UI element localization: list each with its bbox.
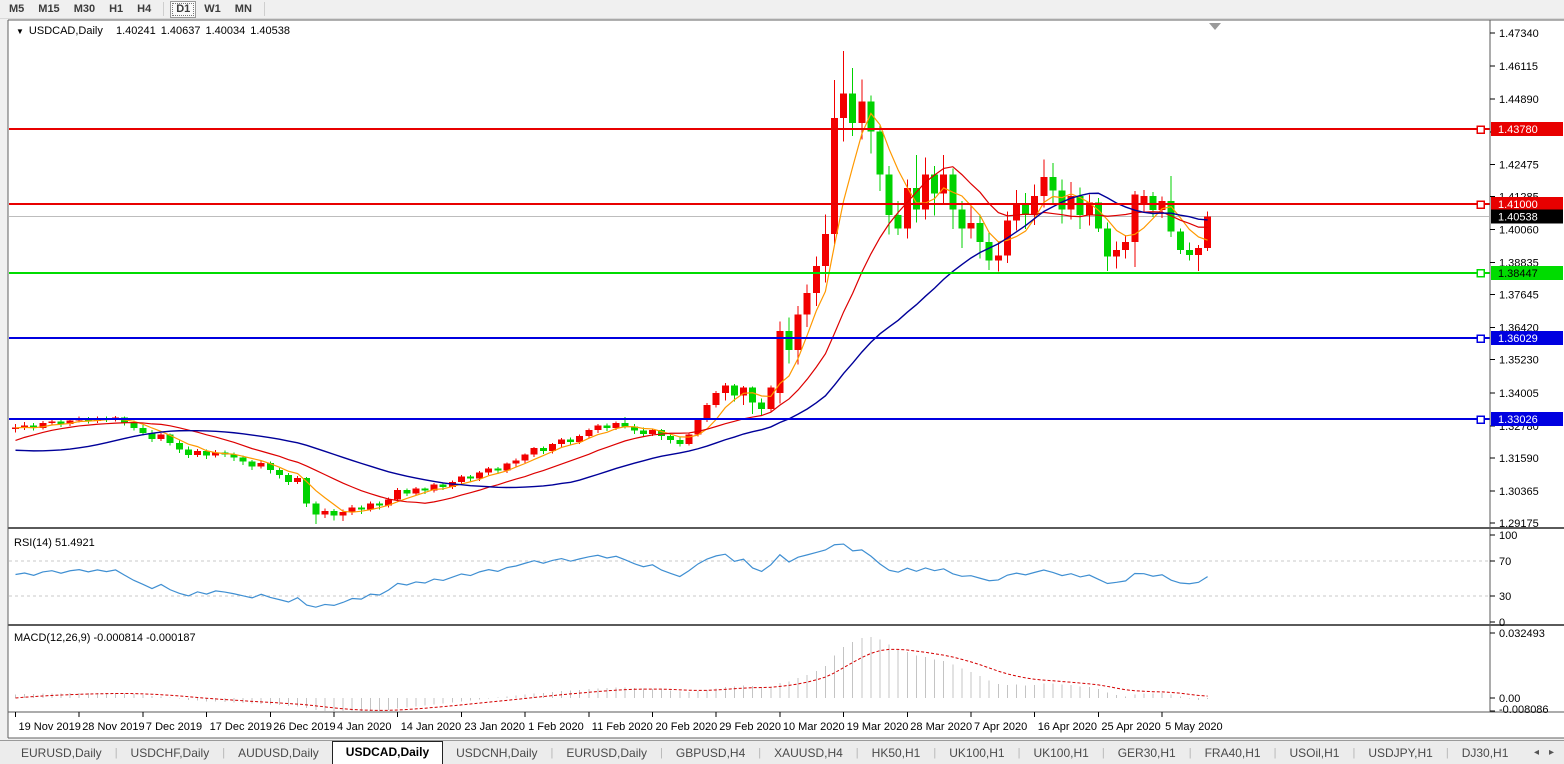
time-axis-label: 1 Feb 2020 [528, 721, 584, 733]
timeframe-button-h1[interactable]: H1 [103, 1, 129, 18]
chart-tab-uk100-h1[interactable]: UK100,H1 [936, 743, 1017, 764]
time-axis-label: 14 Jan 2020 [401, 721, 462, 733]
time-axis-label: 19 Nov 2019 [19, 721, 81, 733]
timeframe-toolbar: M5M15M30H1H4 D1W1MN [0, 0, 1564, 19]
price-badge-1.43780: 1.43780 [1491, 122, 1563, 136]
time-axis-label: 29 Feb 2020 [719, 721, 781, 733]
time-axis-label: 26 Dec 2019 [273, 721, 335, 733]
time-axis-label: 4 Jan 2020 [337, 721, 391, 733]
toolbar-separator [264, 2, 265, 16]
time-axis-label: 25 Apr 2020 [1101, 721, 1160, 733]
chart-tab-audusd-daily[interactable]: AUDUSD,Daily [225, 743, 332, 764]
macd-axis-tick: -0.008086 [1499, 704, 1549, 716]
time-axis-label: 19 Mar 2020 [847, 721, 909, 733]
time-axis-label: 5 May 2020 [1165, 721, 1222, 733]
svg-text:1.47340: 1.47340 [1499, 28, 1539, 40]
chart-tab-xauusd-h4[interactable]: XAUUSD,H4 [761, 743, 856, 764]
chart-tab-eurusd-daily[interactable]: EURUSD,Daily [553, 743, 660, 764]
svg-text:1.41000: 1.41000 [1498, 199, 1538, 211]
timeframe-button-m5[interactable]: M5 [3, 1, 30, 18]
svg-text:1.38447: 1.38447 [1498, 268, 1538, 280]
price-badge-1.38447: 1.38447 [1491, 266, 1563, 280]
svg-text:1.31590: 1.31590 [1499, 453, 1539, 465]
macd-indicator-label: MACD(12,26,9) -0.000814 -0.000187 [14, 632, 196, 644]
hline-handle[interactable] [1477, 335, 1484, 342]
timeframe-button-mn[interactable]: MN [229, 1, 258, 18]
time-axis-label: 7 Apr 2020 [974, 721, 1027, 733]
svg-text:1.36029: 1.36029 [1498, 333, 1538, 345]
time-axis-label: 7 Dec 2019 [146, 721, 202, 733]
chart-tab-usdjpy-h1[interactable]: USDJPY,H1 [1355, 743, 1445, 764]
rsi-indicator-label: RSI(14) 51.4921 [14, 537, 95, 549]
svg-text:1.34005: 1.34005 [1499, 388, 1539, 400]
svg-text:1.30365: 1.30365 [1499, 486, 1539, 498]
timeframe-button-h4[interactable]: H4 [131, 1, 157, 18]
chart-tab-usdchf-daily[interactable]: USDCHF,Daily [118, 743, 223, 764]
hline-handle[interactable] [1477, 126, 1484, 133]
time-axis-label: 17 Dec 2019 [210, 721, 272, 733]
time-axis-label: 23 Jan 2020 [464, 721, 525, 733]
chart-tab-uk100-h1[interactable]: UK100,H1 [1020, 743, 1101, 764]
chart-tab-usoil-h1[interactable]: USOil,H1 [1276, 743, 1352, 764]
macd-axis-tick: 0.032493 [1499, 628, 1545, 640]
tabs-scroll-left-button[interactable]: ◂ [1534, 747, 1539, 758]
svg-text:1.40538: 1.40538 [1498, 212, 1538, 224]
chart-tab-usdcad-daily[interactable]: USDCAD,Daily [332, 741, 443, 764]
svg-text:1.35230: 1.35230 [1499, 355, 1539, 367]
price-badge-1.41000: 1.41000 [1491, 197, 1563, 211]
chevron-down-icon[interactable]: ▼ [16, 27, 24, 36]
ohlc-low: 1.40034 [205, 25, 245, 37]
timeframe-button-w1[interactable]: W1 [198, 1, 227, 18]
chart-tab-fra40-h1[interactable]: FRA40,H1 [1192, 743, 1274, 764]
chart-window: 1.473401.461151.448901.436651.424751.412… [0, 19, 1564, 740]
toolbar-separator [163, 2, 164, 16]
svg-text:1.43780: 1.43780 [1498, 124, 1538, 136]
svg-text:1.42475: 1.42475 [1499, 159, 1539, 171]
time-axis-label: 20 Feb 2020 [656, 721, 718, 733]
svg-text:1.29175: 1.29175 [1499, 518, 1539, 530]
chart-tab-dj30-h1[interactable]: DJ30,H1 [1449, 743, 1522, 764]
chart-symbol-title: USDCAD,Daily [29, 25, 103, 37]
timeframe-button-m30[interactable]: M30 [68, 1, 101, 18]
rsi-axis-tick: 70 [1499, 556, 1511, 568]
svg-text:1.46115: 1.46115 [1499, 61, 1538, 73]
svg-text:1.44890: 1.44890 [1499, 94, 1539, 106]
chart-tab-eurusd-daily[interactable]: EURUSD,Daily [8, 743, 115, 764]
chart-canvas[interactable]: 1.473401.461151.448901.436651.424751.412… [0, 19, 1564, 740]
hline-handle[interactable] [1477, 270, 1484, 277]
time-axis-label: 16 Apr 2020 [1038, 721, 1097, 733]
ohlc-close: 1.40538 [250, 25, 290, 37]
price-badge-1.36029: 1.36029 [1491, 331, 1563, 345]
chart-tab-hk50-h1[interactable]: HK50,H1 [859, 743, 934, 764]
svg-text:1.33026: 1.33026 [1498, 414, 1538, 426]
hline-handle[interactable] [1477, 201, 1484, 208]
chart-tab-bar: EURUSD,Daily|USDCHF,Daily|AUDUSD,DailyUS… [0, 740, 1564, 764]
price-badge-1.33026: 1.33026 [1491, 412, 1563, 426]
chart-title-bar: ▼ USDCAD,Daily 1.40241 1.40637 1.40034 1.405… [16, 25, 290, 37]
time-axis-label: 28 Nov 2019 [82, 721, 144, 733]
chart-tab-ger30-h1[interactable]: GER30,H1 [1105, 743, 1189, 764]
hline-handle[interactable] [1477, 416, 1484, 423]
timeframe-button-m15[interactable]: M15 [32, 1, 65, 18]
svg-text:1.40060: 1.40060 [1499, 224, 1539, 236]
chart-tab-gbpusd-h4[interactable]: GBPUSD,H4 [663, 743, 758, 764]
ohlc-open: 1.40241 [116, 25, 156, 37]
timeframe-button-d1[interactable]: D1 [170, 1, 196, 18]
chart-tab-usdcnh-daily[interactable]: USDCNH,Daily [443, 743, 550, 764]
tabs-scroll-right-button[interactable]: ▸ [1549, 747, 1554, 758]
rsi-axis-tick: 100 [1499, 530, 1517, 542]
svg-text:1.37645: 1.37645 [1499, 290, 1539, 302]
time-axis-label: 10 Mar 2020 [783, 721, 845, 733]
rsi-axis-tick: 30 [1499, 591, 1511, 603]
time-axis-label: 28 Mar 2020 [910, 721, 972, 733]
ohlc-high: 1.40637 [161, 25, 201, 37]
time-axis-label: 11 Feb 2020 [592, 721, 653, 733]
current-price-badge: 1.40538 [1491, 210, 1563, 224]
